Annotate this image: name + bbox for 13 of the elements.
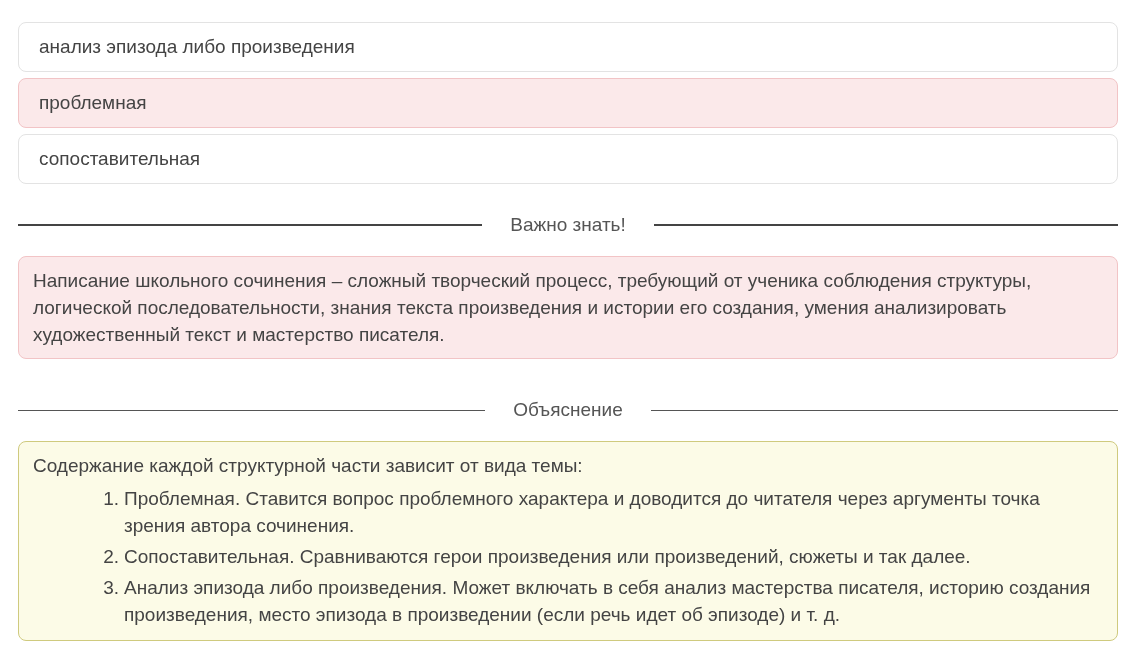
list-item-text: Проблемная. Ставится вопрос проблемного характера и доводится до читателя через аргументы точка зрения автора сочинения. (124, 487, 1041, 538)
answer-option[interactable]: анализ эпизода либо произведения (18, 22, 1118, 72)
answer-option[interactable]: сопоставительная (18, 134, 1118, 184)
list-number: 2. (102, 545, 119, 569)
important-note: Написание школьного сочинения – сложный творческий процесс, требующий от ученика соблюдения структуры, логической последовательности, знания текста произведения и истории его создания, умения анализировать художественный текст и мастерство писателя. (18, 256, 1118, 359)
list-item-text: Сопоставительная. Сравниваются герои произведения или произведений, сюжеты и так далее. (124, 545, 971, 569)
list-number: 1. (102, 487, 119, 511)
section-heading: Важно знать! (510, 214, 626, 236)
answer-option[interactable]: проблемная (18, 78, 1118, 128)
section-heading: Объяснение (513, 399, 623, 421)
explanation-intro: Содержание каждой структурной части зависит от вида темы: (33, 454, 584, 478)
list-item-text: Анализ эпизода либо произведения. Может включать в себя анализ мастерства писателя, историю создания произведения, место эпизода в произведении (если речь идет об эпизоде) и т. д. (124, 576, 1092, 627)
list-number: 3. (102, 576, 119, 600)
